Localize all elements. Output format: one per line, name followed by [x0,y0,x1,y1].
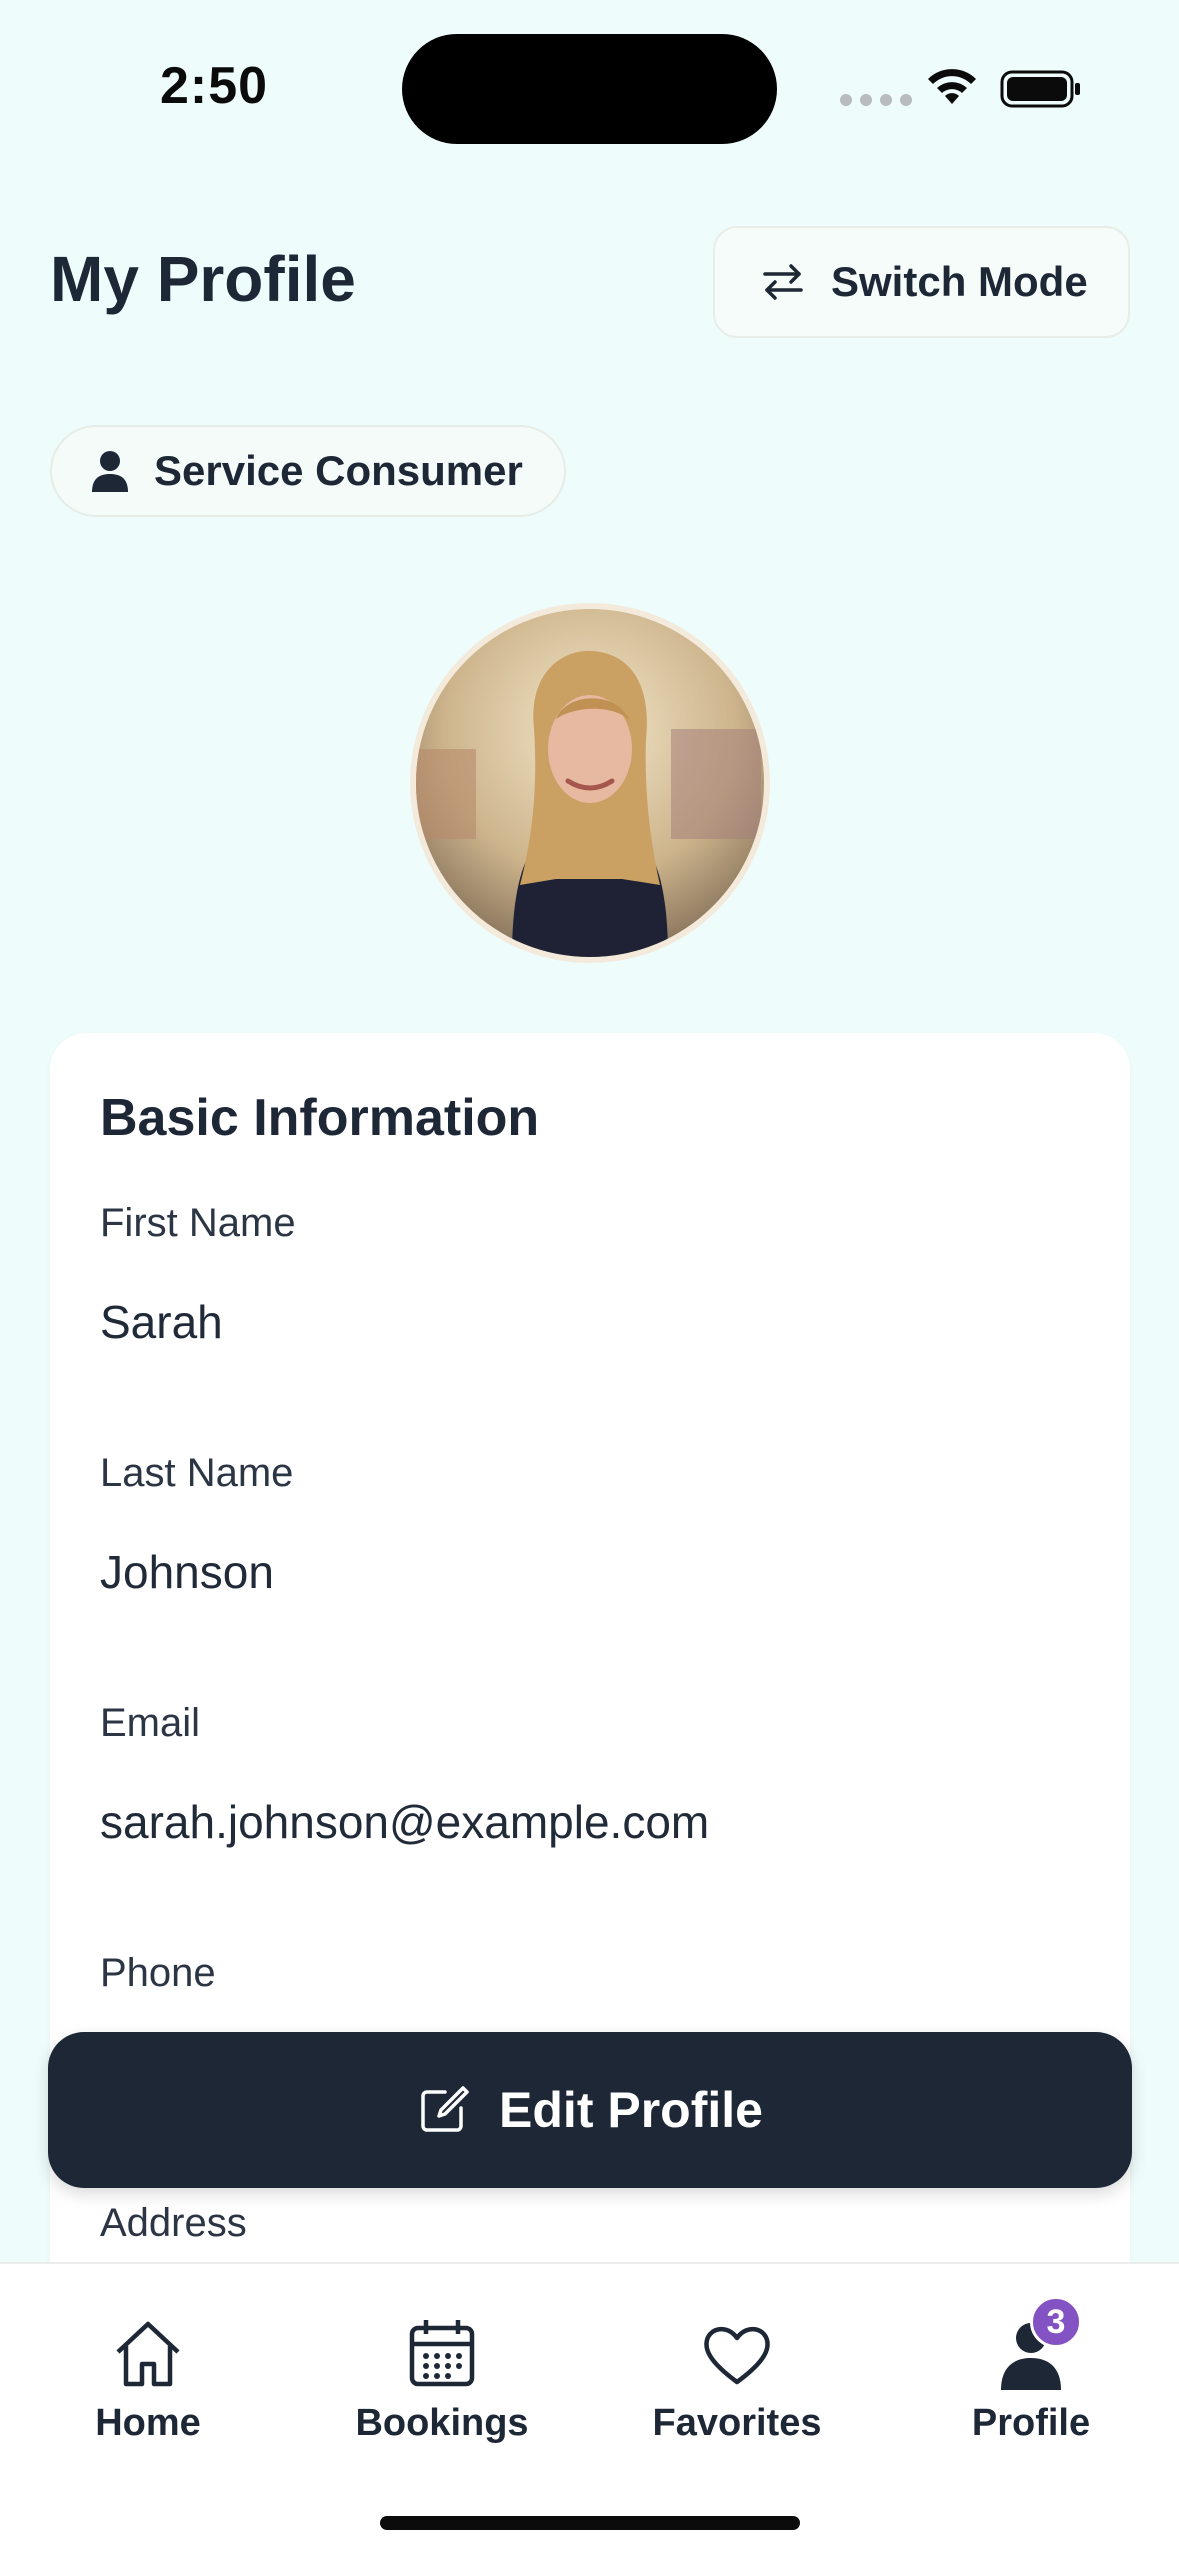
page-title: My Profile [50,243,356,315]
phone-label: Phone [100,1951,216,1995]
role-badge: Service Consumer [50,425,566,517]
email-label: Email [100,1701,201,1745]
first-name-value: Sarah [100,1296,223,1348]
tab-profile-label: Profile [971,2402,1091,2444]
edit-icon [421,2086,469,2132]
home-icon [116,2321,180,2387]
tab-home-label: Home [95,2402,201,2444]
home-indicator[interactable] [380,2516,800,2530]
status-time: 2:50 [160,57,269,115]
edit-profile-button[interactable]: Edit Profile [48,2032,1132,2188]
wifi-icon [928,69,976,104]
tab-bookings-label: Bookings [355,2402,529,2444]
tab-home[interactable]: Home [28,2314,268,2445]
cellular-signal-icon [840,94,912,106]
last-name-value: Johnson [100,1546,274,1598]
email-value: sarah.johnson@example.com [100,1796,710,1848]
heart-icon [704,2327,770,2385]
notification-badge: 3 [1030,2296,1082,2348]
role-label: Service Consumer [154,447,523,494]
card-title: Basic Information [100,1089,540,1147]
calendar-icon [409,2320,475,2387]
dynamic-island [402,34,777,144]
profile-photo [416,609,764,957]
last-name-label: Last Name [100,1451,294,1495]
tab-favorites-label: Favorites [652,2402,822,2444]
tab-bookings[interactable]: Bookings [322,2314,562,2445]
tab-profile[interactable]: Profile [911,2314,1151,2445]
switch-mode-button[interactable]: Switch Mode [713,226,1130,338]
status-icons [840,64,1080,114]
address-label: Address [100,2201,247,2245]
tab-bar: Home Bookings Favorites Profile [0,2262,1179,2556]
swap-arrows-icon [763,264,803,300]
edit-profile-label: Edit Profile [499,2082,763,2138]
avatar[interactable] [410,603,770,963]
battery-icon [1000,70,1080,108]
person-icon [92,451,128,492]
tab-favorites[interactable]: Favorites [617,2314,857,2445]
first-name-label: First Name [100,1201,296,1245]
switch-mode-label: Switch Mode [831,258,1088,305]
